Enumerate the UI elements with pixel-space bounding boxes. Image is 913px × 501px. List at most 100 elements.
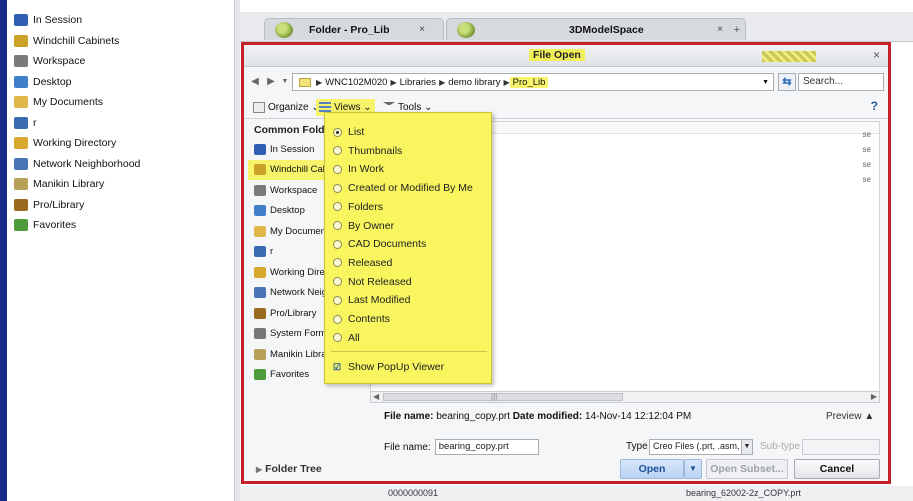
breadcrumb-item-current[interactable]: Pro_Lib <box>509 76 549 88</box>
common-folders-panel: Common Folders In Session Windchill Cabin… <box>248 121 332 441</box>
new-tab-icon[interactable]: + <box>734 24 740 36</box>
views-option-in-work[interactable]: In Work <box>325 160 491 178</box>
file-name-label: File name: <box>384 441 431 453</box>
views-option-label: Last Modified <box>348 294 411 307</box>
breadcrumb-item[interactable]: Libraries <box>397 77 439 88</box>
views-option-thumbnails[interactable]: Thumbnails <box>325 142 491 160</box>
radio-icon <box>333 239 342 249</box>
desktop-icon <box>254 205 266 217</box>
pane-splitter[interactable] <box>234 0 240 501</box>
scrollbar-thumb[interactable] <box>383 393 623 401</box>
nav-item-favorites[interactable]: Favorites <box>14 215 234 236</box>
nav-item-pro-library[interactable]: Pro/Library <box>14 195 234 216</box>
checkbox-checked-icon[interactable]: ☑ <box>333 362 342 372</box>
favorites-icon <box>254 369 266 381</box>
documents-icon <box>254 225 266 237</box>
search-input[interactable]: Search... <box>798 73 884 91</box>
folder-tree-toggle[interactable]: ▶ Folder Tree <box>256 463 322 475</box>
open-dropdown-icon[interactable]: ▼ <box>684 459 702 479</box>
preview-toggle[interactable]: Preview ▲ <box>826 411 874 422</box>
breadcrumb-item[interactable]: demo library <box>445 77 503 88</box>
cancel-button[interactable]: Cancel <box>794 459 880 479</box>
organize-icon <box>253 102 265 113</box>
common-folder-in-session[interactable]: In Session <box>248 139 332 160</box>
app-root: In Session Windchill Cabinets Workspace Des… <box>0 0 913 501</box>
views-option-label: Folders <box>348 200 384 213</box>
open-button[interactable]: Open <box>620 459 684 479</box>
show-popup-viewer-option[interactable]: ☑ Show PopUp Viewer <box>325 358 491 376</box>
tab-3dmodelspace[interactable]: 3DModelSpace × + <box>446 18 746 40</box>
file-column-fragment: se <box>862 145 871 154</box>
views-option-label: By Owner <box>348 219 395 232</box>
views-option-cad-documents[interactable]: CAD Documents <box>325 235 491 253</box>
nav-item-network-neighborhood[interactable]: Network Neighborhood <box>14 154 234 175</box>
chevron-down-icon[interactable]: ▼ <box>741 440 752 454</box>
common-folder-label: Favorites <box>270 369 310 381</box>
refresh-button[interactable]: ⇆ <box>778 73 796 91</box>
network-icon <box>254 287 266 299</box>
common-folder-network-neighborhood[interactable]: Network Neighborhood <box>248 283 332 304</box>
subtype-select[interactable] <box>802 439 880 455</box>
radio-icon <box>333 202 342 212</box>
common-folder-desktop[interactable]: Desktop <box>248 201 332 222</box>
workspace-icon <box>254 184 266 196</box>
views-option-list[interactable]: List <box>325 123 491 141</box>
organize-button[interactable]: Organize ⌄ <box>250 99 323 116</box>
help-icon[interactable]: ? <box>871 99 878 113</box>
views-option-by-owner[interactable]: By Owner <box>325 217 491 235</box>
radio-icon <box>333 146 342 156</box>
nav-item-label: Favorites <box>33 219 77 232</box>
views-option-created-or-modified-by-me[interactable]: Created or Modified By Me <box>325 179 491 197</box>
common-folder-pro-library[interactable]: Pro/Library <box>248 303 332 324</box>
common-folder-system-formats[interactable]: System Formats <box>248 324 332 345</box>
computer-icon <box>254 246 266 258</box>
common-folder-label: System Formats <box>270 328 332 340</box>
nav-item-my-documents[interactable]: My Documents <box>14 92 234 113</box>
nav-item-r[interactable]: r <box>14 113 234 134</box>
tab-label: 3DModelSpace <box>569 23 644 36</box>
network-icon <box>14 157 28 170</box>
nav-item-in-session[interactable]: In Session <box>14 10 234 31</box>
nav-item-workspace[interactable]: Workspace <box>14 51 234 72</box>
tab-label: Folder - Pro_Lib <box>309 23 390 36</box>
breadcrumb-item[interactable]: WNC102M020 <box>322 77 390 88</box>
back-arrow-icon[interactable]: ◀ <box>248 75 262 89</box>
tab-close-icon[interactable]: × <box>419 24 425 35</box>
views-option-all[interactable]: All <box>325 329 491 347</box>
common-folder-r[interactable]: r <box>248 242 332 263</box>
forward-arrow-icon[interactable]: ▶ <box>264 75 278 89</box>
dialog-close-icon[interactable]: × <box>873 48 880 62</box>
views-option-last-modified[interactable]: Last Modified <box>325 291 491 309</box>
common-folder-windchill-cabinets[interactable]: Windchill Cabinets <box>248 159 332 180</box>
nav-item-desktop[interactable]: Desktop <box>14 72 234 93</box>
nav-item-manikin-library[interactable]: Manikin Library <box>14 174 234 195</box>
common-folder-favorites[interactable]: Favorites <box>248 365 332 386</box>
common-folder-workspace[interactable]: Workspace <box>248 180 332 201</box>
scroll-left-icon[interactable]: ◀ <box>373 392 379 401</box>
history-dropdown-icon[interactable]: ▼ <box>278 75 292 89</box>
nav-item-windchill-cabinets[interactable]: Windchill Cabinets <box>14 31 234 52</box>
views-option-folders[interactable]: Folders <box>325 198 491 216</box>
radio-icon <box>333 314 342 324</box>
views-option-contents[interactable]: Contents <box>325 310 491 328</box>
views-option-not-released[interactable]: Not Released <box>325 273 491 291</box>
radio-icon <box>333 295 342 305</box>
common-folder-my-documents[interactable]: My Documents <box>248 221 332 242</box>
common-folder-working-directory[interactable]: Working Directory <box>248 262 332 283</box>
type-select[interactable]: Creo Files (.prt, .asm, . ▼ <box>649 439 753 455</box>
horizontal-scrollbar[interactable]: ◀ ||| ▶ <box>370 391 880 403</box>
common-folder-label: r <box>270 246 274 258</box>
views-option-released[interactable]: Released <box>325 254 491 272</box>
common-folder-manikin-library[interactable]: Manikin Library <box>248 344 332 365</box>
breadcrumb-dropdown-icon[interactable]: ▼ <box>762 79 769 86</box>
file-name-input[interactable]: bearing_copy.prt <box>434 439 539 455</box>
breadcrumb[interactable]: ▶ WNC102M020 ▶ Libraries ▶ demo library … <box>292 73 774 91</box>
radio-icon <box>333 183 342 193</box>
tab-close-icon[interactable]: × <box>717 24 723 35</box>
dialog-titlebar[interactable]: File Open × <box>244 45 888 67</box>
open-subset-button[interactable]: Open Subset... <box>706 459 788 479</box>
nav-item-working-directory[interactable]: Working Directory <box>14 133 234 154</box>
scroll-right-icon[interactable]: ▶ <box>871 392 877 401</box>
common-folder-label: Windchill Cabinets <box>270 164 332 176</box>
tab-folder-pro-lib[interactable]: Folder - Pro_Lib × <box>264 18 444 40</box>
